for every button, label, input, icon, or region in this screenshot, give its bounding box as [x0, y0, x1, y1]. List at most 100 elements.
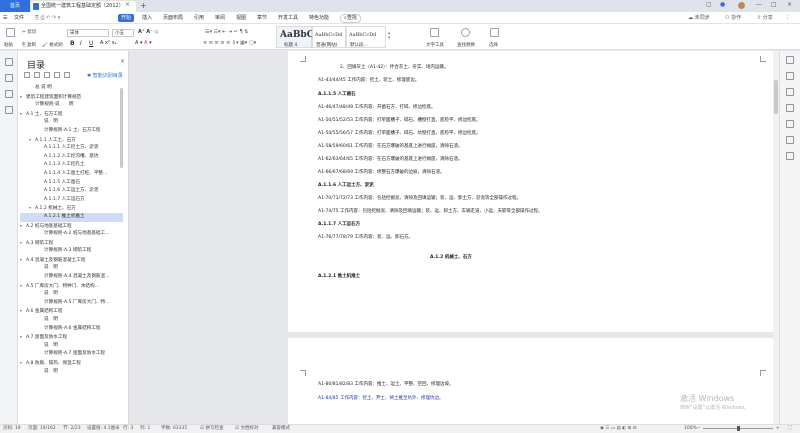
select-icon[interactable] [490, 28, 499, 37]
status-pages[interactable]: 页面: 19/162 [28, 425, 56, 432]
status-words[interactable]: 字数: 63335 [161, 425, 187, 432]
menu-home[interactable]: 开始 [118, 14, 135, 22]
more-options-icon[interactable]: ⋮ [785, 14, 790, 22]
avatar[interactable] [738, 2, 745, 9]
zoom-level[interactable]: 100% [684, 425, 697, 432]
menu-developer[interactable]: 开发工具 [278, 14, 298, 22]
toc-item[interactable]: A.1.1.4 人工凿土打桩、平整... [20, 170, 123, 179]
doc-check-button[interactable]: ☑ 文档校对 [235, 425, 258, 432]
toc-add-icon[interactable] [44, 72, 50, 78]
toc-item[interactable]: ▾ A.2 桩与地基基础工程 [20, 222, 123, 231]
select-label[interactable]: 选择 [489, 42, 498, 48]
copy-button[interactable]: ⎘ 复制 [22, 42, 36, 48]
cut-button[interactable]: ✂ 剪切 [22, 29, 36, 35]
toc-item[interactable]: 说 明 [20, 368, 123, 377]
tab-close-icon[interactable]: × [125, 1, 130, 8]
expand-all-icon[interactable] [24, 72, 30, 78]
font-select[interactable]: 宋体 [67, 29, 109, 37]
tab-home[interactable]: 首页 [0, 0, 30, 12]
toc-item[interactable]: 总 说 明 [20, 84, 123, 93]
limit-edit-icon[interactable] [786, 136, 794, 144]
view-mode-icons[interactable]: ◉ ☰ ▭ ▤ ◐ ⊞ ⊟ [600, 425, 637, 432]
shape-icon[interactable] [786, 104, 794, 112]
font-size-select[interactable]: 小五 [112, 29, 134, 37]
toc-item[interactable]: 说 明 [20, 118, 123, 127]
style-gallery-more-icon[interactable]: ▴ ▾ [388, 31, 390, 41]
toc-item[interactable]: A.1.1.7 人工运石方 [20, 196, 123, 205]
toc-item[interactable]: 计算规则-A.4 混凝土及钢筋混... [20, 273, 123, 282]
toc-level-icon[interactable] [64, 72, 70, 78]
toc-item[interactable]: 计算规则-A.2 桩与地基基础工... [20, 230, 123, 239]
skin-icon[interactable]: ● [720, 1, 725, 8]
sync-status[interactable]: ☁ 未同步 [688, 14, 710, 22]
font-color-button[interactable]: A ▾ A ▾ [135, 40, 152, 46]
menu-section[interactable]: 章节 [257, 14, 267, 22]
toc-item[interactable]: ▾ A.1.2 机械土、石方 [20, 204, 123, 213]
toc-item[interactable]: 计算规则-A.5 厂库房大门、特... [20, 299, 123, 308]
paste-label[interactable]: 粘贴 [4, 42, 13, 48]
toc-item[interactable]: 说 明 [20, 290, 123, 299]
quick-access-icons[interactable]: ⎘ ⎙ ↶ ↷ ▾ [35, 14, 60, 22]
list-buttons[interactable]: ☰▾ ☷▾ ⇤ ⇥ ↵ ¶ ⇅ [205, 29, 248, 35]
style-default[interactable]: AaBbCcDd 默认段... [346, 26, 386, 48]
share-button[interactable]: ⇪ 分享 [757, 14, 773, 22]
collab-button[interactable]: ⚇ 协作 [725, 14, 741, 22]
select-pane-icon[interactable] [786, 72, 794, 80]
toc-item[interactable]: A.1.2.1 推土机推土 [20, 212, 123, 222]
text-tools-icon[interactable] [430, 28, 439, 37]
toc-item[interactable]: A.1.1.3 人工挖孔土 [20, 161, 123, 170]
nav-scrollbar[interactable] [120, 88, 123, 168]
strikethrough-button[interactable]: A̶ x² x₂ [100, 40, 117, 46]
minimize-button[interactable]: — [756, 1, 762, 8]
toc-item[interactable]: A.1.1.6 人工运土方、淤泥 [20, 187, 123, 196]
text-direction-icon[interactable] [786, 152, 794, 160]
zoom-slider-knob[interactable] [737, 426, 740, 431]
toc-item[interactable]: 计算规则-A.1 土、石方工程 [20, 127, 123, 136]
menu-view[interactable]: 视图 [236, 14, 246, 22]
toc-item[interactable]: 说 明 [20, 342, 123, 351]
menu-file[interactable]: 文件 [14, 14, 24, 22]
style-web[interactable]: AaBbCcDd 普通(网站) [312, 26, 346, 48]
toc-remove-icon[interactable] [54, 72, 60, 78]
menu-references[interactable]: 引用 [194, 14, 204, 22]
close-pane-icon[interactable]: × [120, 58, 125, 65]
find-replace-label[interactable]: 查找替换 [457, 42, 475, 48]
toc-item[interactable]: ▾ A.4 混凝土及钢筋混凝土工程 [20, 256, 123, 265]
property-icon[interactable] [786, 88, 794, 96]
style-heading4[interactable]: AaBbC 标题 4 [276, 26, 314, 48]
toc-item[interactable]: 计算规则-说 明 [20, 101, 123, 110]
toc-item[interactable]: 说 明 [20, 264, 123, 273]
align-buttons[interactable]: ≡ ≡ ≡ ≡ ≡ ⇕▾ ▦▾ ▢▾ [203, 40, 256, 46]
comment-icon[interactable] [5, 90, 13, 98]
font-grow-icon[interactable]: A⁺ A⁻ ◇ [138, 29, 158, 35]
search-box[interactable]: ⌕查找 [340, 14, 361, 23]
document-page[interactable] [288, 51, 773, 332]
underline-button[interactable]: U [89, 40, 93, 47]
thumbnail-icon[interactable] [5, 106, 13, 114]
bold-button[interactable]: B [70, 40, 75, 47]
toc-item[interactable]: 计算规则-A.6 金属结构工程 [20, 325, 123, 334]
navigation-icon[interactable] [5, 58, 13, 66]
backup-icon[interactable] [786, 120, 794, 128]
format-painter-button[interactable]: 🖌 格式刷 [42, 42, 63, 48]
toc-item[interactable]: ▾ 建筑工程建筑面积计算规范 [20, 93, 123, 102]
zoom-in-icon[interactable]: + [776, 425, 780, 432]
find-replace-icon[interactable] [461, 28, 470, 37]
text-tools-label[interactable]: 文字工具 [426, 42, 444, 48]
collapse-all-icon[interactable] [34, 72, 40, 78]
close-button[interactable]: × [787, 1, 792, 8]
new-tab-button[interactable]: + [140, 1, 147, 11]
scrollbar-thumb[interactable] [774, 80, 778, 114]
zoom-out-icon[interactable]: − [697, 425, 701, 432]
toc-item[interactable]: A.1.1.5 人工凿石 [20, 179, 123, 188]
toc-item[interactable]: ▾ A.6 金属结构工程 [20, 307, 123, 316]
menu-features[interactable]: 特色功能 [309, 14, 329, 22]
menu-insert[interactable]: 插入 [142, 14, 152, 22]
spell-check-button[interactable]: ☑ 拼写检查 [200, 425, 223, 432]
menu-icon[interactable]: ☰ [3, 14, 7, 22]
menu-review[interactable]: 审阅 [215, 14, 225, 22]
toc-item[interactable]: ▾ A.1 土、石方工程 [20, 110, 123, 119]
toc-item[interactable]: 计算规则-A.7 屋面及防水工程 [20, 350, 123, 359]
toc-item[interactable]: 说 明 [20, 316, 123, 325]
toc-item[interactable]: ▾ A.7 屋面及防水工程 [20, 333, 123, 342]
